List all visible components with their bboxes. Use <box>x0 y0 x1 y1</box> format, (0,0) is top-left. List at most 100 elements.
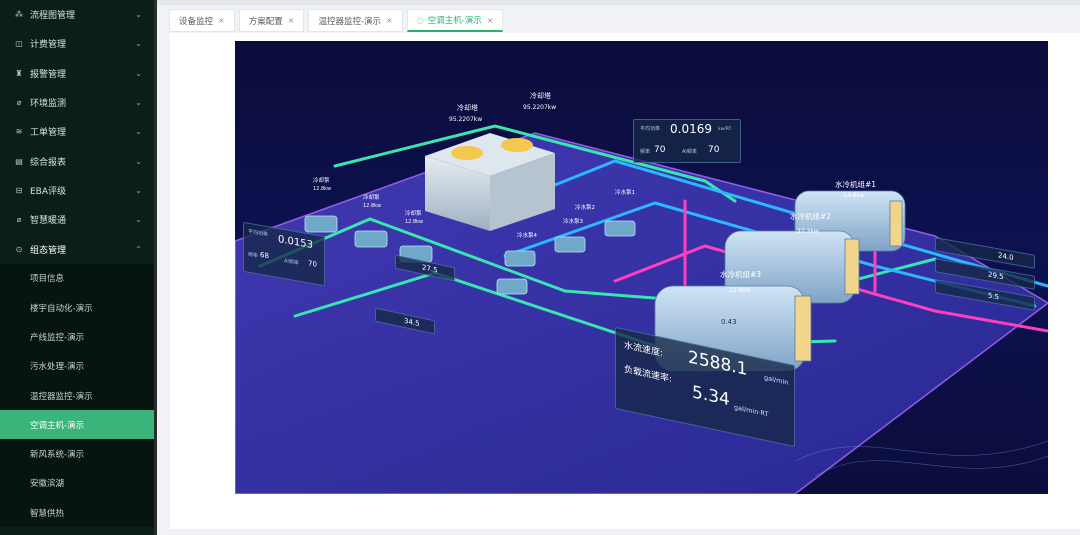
sidebar-subitem-4[interactable]: 温控器监控-演示 <box>0 381 154 410</box>
chevron-down-icon: ⌄ <box>135 98 142 108</box>
tab-label: 设备监控 <box>179 16 214 27</box>
chiller-cop: 0.43 <box>721 318 737 326</box>
pump-shape <box>554 236 586 253</box>
sidebar-subitem-0[interactable]: 项目信息 <box>0 264 154 293</box>
rate-label: 平均功率 <box>248 228 269 239</box>
rate-value: 0.0169 <box>670 122 712 136</box>
config-icon: ⊙ <box>15 244 23 254</box>
tab-1[interactable]: 方案配置 × <box>238 9 305 32</box>
tab-2[interactable]: 温控器监控-演示 × <box>308 9 403 32</box>
chiller-label: 水冷机组#2 <box>790 212 832 221</box>
freq-value: 68 <box>260 250 269 261</box>
tab-label: 方案配置 <box>248 16 283 27</box>
refresh-icon[interactable]: ◌ <box>417 16 424 25</box>
pump-label: 冷水泵4 <box>517 233 537 239</box>
top-power-panel: 平均功率 0.0169 kw/RT 频率 70 AI频率 70 <box>633 119 741 163</box>
chiller-power: 27.2kw <box>797 228 819 235</box>
sidebar-subitem-8[interactable]: 智慧供热 <box>0 498 154 527</box>
readout-value: 29.5 <box>988 270 1004 282</box>
sidebar-item-label: 工单管理 <box>30 128 67 139</box>
sidebar-item-2[interactable]: ♜ 报警管理 ⌄ <box>0 59 154 88</box>
cooling-tower-power: 95.2207kw <box>523 104 557 111</box>
chevron-down-icon: ⌄ <box>135 185 142 195</box>
pump-label: 冷却泵 <box>313 178 330 184</box>
sidebar-item-label: 环境监测 <box>30 99 67 110</box>
flow-label: 水流速度: <box>624 340 664 360</box>
chevron-up-icon: ⌃ <box>135 244 142 254</box>
top-bar <box>157 0 1080 5</box>
sidebar-item-label: 智慧暖通 <box>30 216 67 227</box>
sidebar-item-label: 计费管理 <box>30 40 67 51</box>
sidebar-item-0[interactable]: ⁂ 流程图管理 ⌄ <box>0 0 154 29</box>
sidebar-item-7[interactable]: ⌀ 智慧暖通 ⌄ <box>0 205 154 234</box>
load-flow-label: 负载流速率: <box>624 364 673 385</box>
chevron-down-icon: ⌄ <box>135 215 142 225</box>
pump-power: 12.8kw <box>313 186 332 192</box>
pump-label: 冷却泵 <box>405 211 422 217</box>
sidebar-item-1[interactable]: ◫ 计费管理 ⌄ <box>0 29 154 58</box>
chevron-down-icon: ⌄ <box>135 156 142 166</box>
close-icon[interactable]: × <box>386 16 393 25</box>
chiller-power: 12.8kw <box>729 287 751 294</box>
sidebar-submenu: 项目信息 楼宇自动化-演示 产线监控-演示 污水处理-演示 温控器监控-演示 空调主机-演… <box>0 263 154 528</box>
pump-shape <box>354 230 388 248</box>
flow-chart-icon: ⁂ <box>15 10 23 20</box>
sidebar-subitem-3[interactable]: 污水处理-演示 <box>0 352 154 381</box>
sidebar-subitem-5[interactable]: 空调主机-演示 <box>0 410 154 440</box>
tab-label: 温控器监控-演示 <box>318 16 382 27</box>
alarm-icon: ♜ <box>15 68 23 78</box>
sidebar-item-label: EBA评级 <box>30 186 67 197</box>
chiller-label: 水冷机组#3 <box>720 270 762 279</box>
chiller-cap <box>794 295 812 362</box>
readout-value: 5.5 <box>988 291 1000 302</box>
load-flow-unit: gal/min·RT <box>734 403 769 419</box>
rating-icon: ⊟ <box>15 185 23 195</box>
flow-value: 2588.1 <box>688 347 748 381</box>
pump-power: 12.8kw <box>405 219 424 225</box>
readout-value: 27.5 <box>422 263 438 275</box>
main-area: 设备监控 × 方案配置 × 温控器监控-演示 × ◌ 空调主机-演示 × 冷却塔… <box>157 0 1080 535</box>
freq-value: 70 <box>654 145 666 155</box>
chiller-label: 水冷机组#1 <box>835 180 877 189</box>
pump-shape <box>604 220 636 237</box>
billing-icon: ◫ <box>15 39 23 49</box>
sidebar-subitem-2[interactable]: 产线监控-演示 <box>0 322 154 351</box>
tab-label: 空调主机-演示 <box>427 16 482 26</box>
pump-power: 12.8kw <box>363 203 382 209</box>
pump-shape <box>304 215 338 233</box>
sidebar: ⁂ 流程图管理 ⌄ ◫ 计费管理 ⌄ ♜ 报警管理 ⌄ ⌀ 环境监测 ⌄ ≋ 工单管理 ⌄ ▤ 综合报表 ⌄ ⊟ EB… <box>0 0 154 535</box>
freq-label: 频率 <box>640 149 651 155</box>
close-icon[interactable]: × <box>218 16 225 25</box>
ai-freq-label: AI频率 <box>284 258 299 267</box>
flow-unit: gal/min <box>764 373 789 387</box>
load-flow-value: 5.34 <box>692 382 730 411</box>
rate-unit: kw/RT <box>718 127 732 132</box>
hvac-3d-scene: 冷却塔 95.2207kw 冷却塔 95.2207kw 平均功率 0.0169 … <box>235 41 1048 494</box>
ai-freq-value: 70 <box>708 145 720 155</box>
sidebar-item-5[interactable]: ▤ 综合报表 ⌄ <box>0 146 154 175</box>
sidebar-subitem-6[interactable]: 新风系统-演示 <box>0 439 154 468</box>
pump-shape <box>496 278 528 295</box>
report-icon: ▤ <box>15 156 23 166</box>
sidebar-item-6[interactable]: ⊟ EBA评级 ⌄ <box>0 176 154 205</box>
sidebar-subitem-1[interactable]: 楼宇自动化-演示 <box>0 293 154 322</box>
pump-shape <box>504 250 536 267</box>
cooling-tower-power: 95.2207kw <box>449 116 483 123</box>
sidebar-item-4[interactable]: ≋ 工单管理 ⌄ <box>0 117 154 146</box>
sidebar-item-3[interactable]: ⌀ 环境监测 ⌄ <box>0 88 154 117</box>
close-icon[interactable]: × <box>487 16 494 25</box>
tab-3[interactable]: ◌ 空调主机-演示 × <box>406 9 504 32</box>
cooling-tower-label: 冷却塔 <box>457 104 478 112</box>
layers-icon: ≋ <box>15 127 23 137</box>
sidebar-item-config-management[interactable]: ⊙ 组态管理 ⌃ <box>0 234 154 263</box>
close-icon[interactable]: × <box>288 16 295 25</box>
chiller-cap <box>844 238 860 295</box>
hvac-icon: ⌀ <box>16 215 22 225</box>
chiller-cap <box>889 200 903 247</box>
sidebar-subitem-7[interactable]: 安徽滨湖 <box>0 469 154 498</box>
tab-0[interactable]: 设备监控 × <box>169 9 235 32</box>
pump-label: 冷水泵1 <box>615 190 635 196</box>
pump-label: 冷水泵3 <box>563 219 583 225</box>
leaf-icon: ⌀ <box>16 98 22 108</box>
tab-bar: 设备监控 × 方案配置 × 温控器监控-演示 × ◌ 空调主机-演示 × <box>169 9 504 33</box>
